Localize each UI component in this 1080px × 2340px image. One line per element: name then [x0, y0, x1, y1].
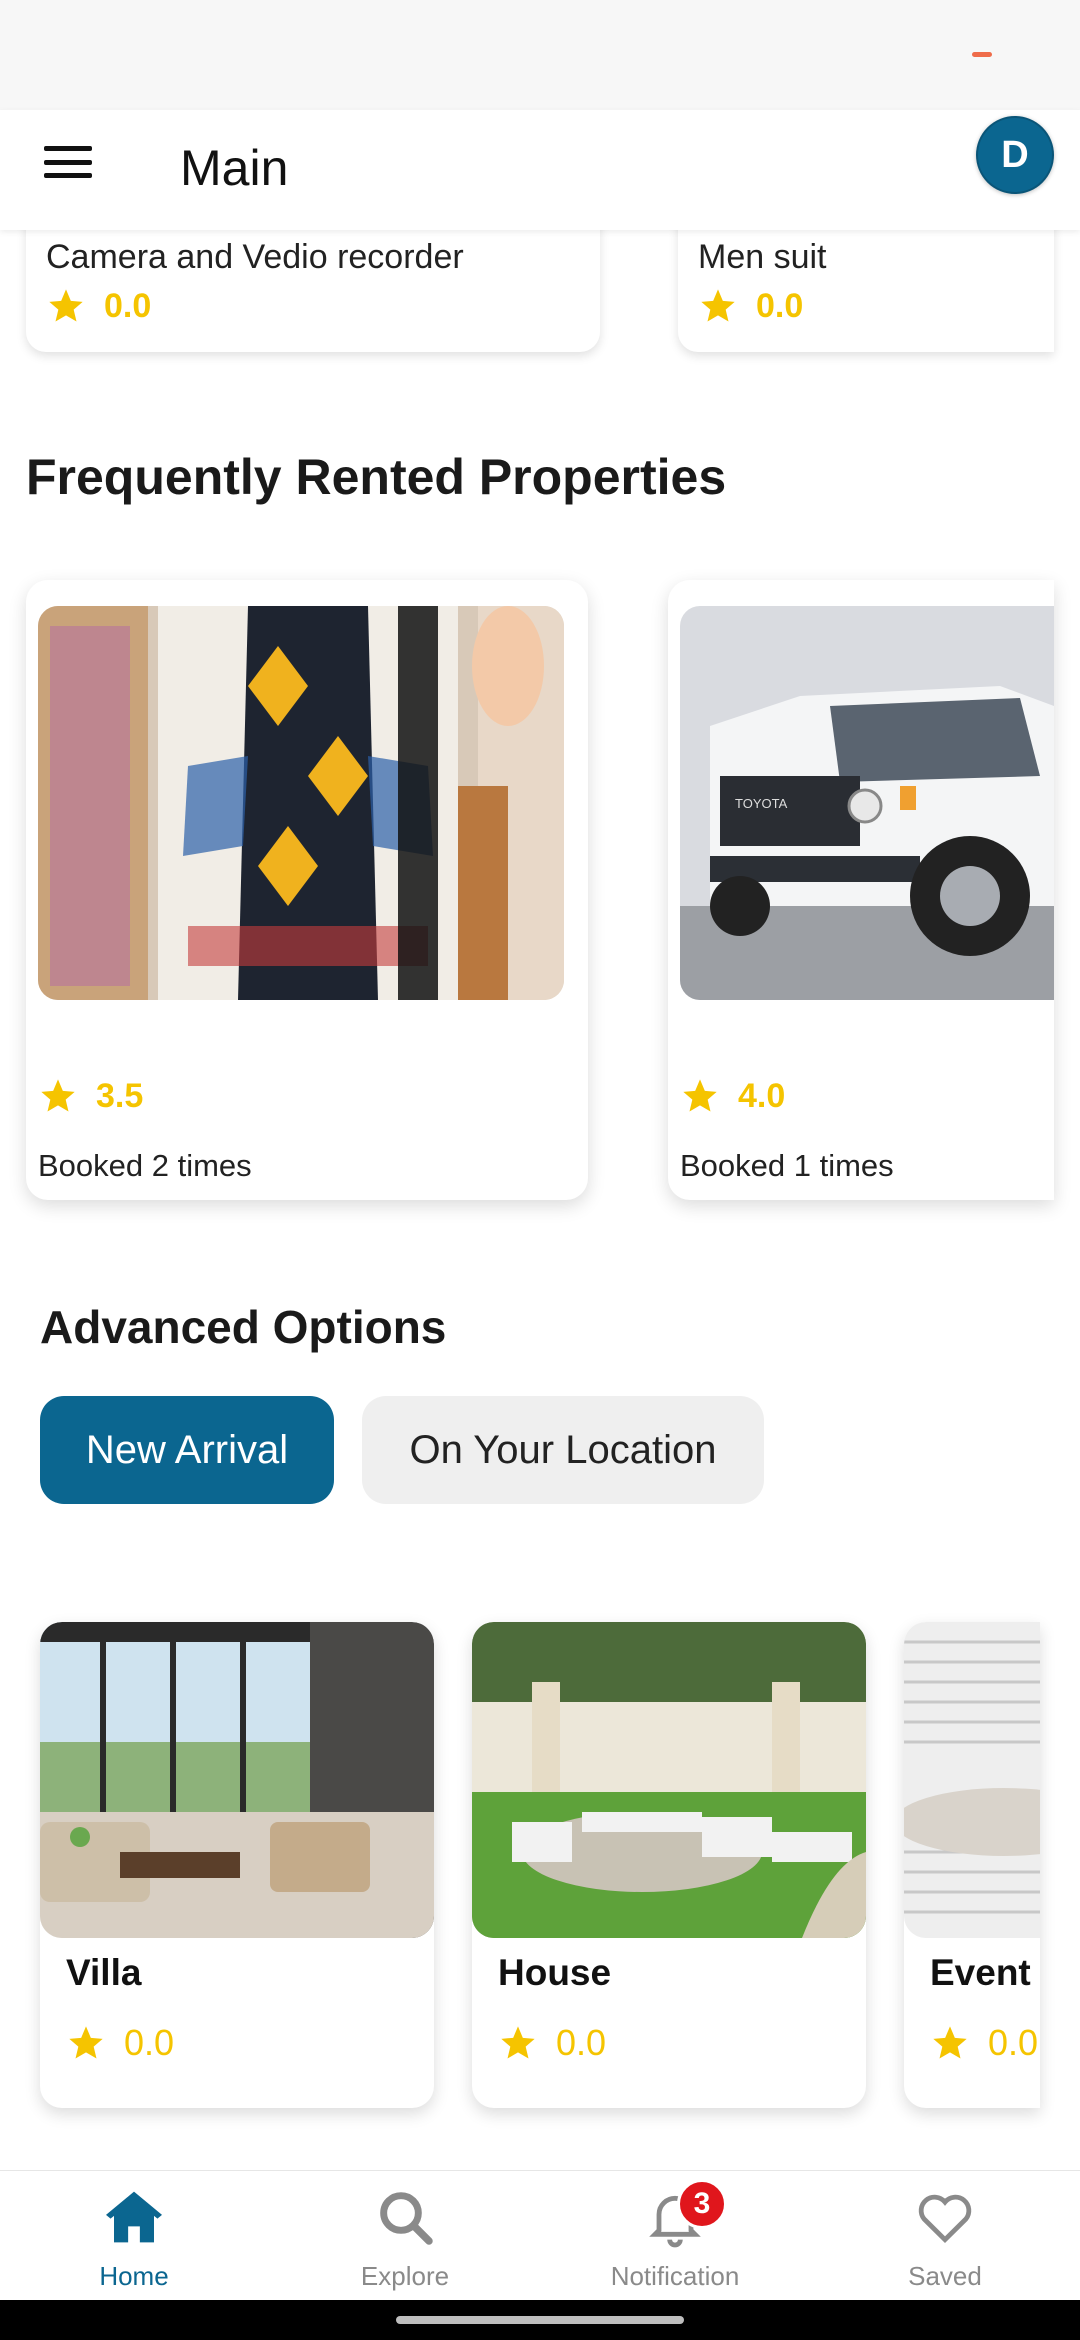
property-card[interactable]: TOYOTA 4.0 Booked 1 times — [668, 580, 1054, 1200]
star-icon — [933, 2026, 967, 2059]
home-gesture-handle[interactable] — [396, 2316, 684, 2324]
nav-label: Notification — [610, 2261, 740, 2291]
avatar[interactable]: D — [976, 116, 1054, 194]
category-name: Event — [930, 1952, 1031, 1993]
section-title-frequently-rented: Frequently Rented Properties — [26, 449, 727, 505]
nav-notification[interactable]: 3 Notification — [575, 2179, 775, 2301]
garden-patio-image — [472, 1622, 866, 1938]
section-title-advanced-options: Advanced Options — [40, 1301, 447, 1353]
rating-value: 0.0 — [756, 286, 804, 325]
product-name: Men suit — [698, 238, 827, 276]
booked-count: Booked 2 times — [38, 1148, 252, 1183]
home-icon — [106, 2191, 162, 2243]
rating: 4.0 — [680, 1076, 785, 1116]
villa-living-room-image — [40, 1622, 434, 1938]
rating: 3.5 — [38, 1076, 143, 1116]
nav-label: Saved — [908, 2261, 982, 2291]
rating: 0.0 — [66, 2022, 174, 2064]
heart-icon — [918, 2194, 972, 2244]
star-icon — [683, 1079, 717, 1112]
rating-value: 3.5 — [96, 1076, 144, 1115]
status-indicator — [972, 52, 992, 57]
bottom-navigation: Home Explore 3 Notification Saved — [0, 2170, 1080, 2300]
rating: 0.0 — [698, 286, 803, 326]
chip-new-arrival[interactable]: New Arrival — [40, 1396, 334, 1504]
rating-value: 4.0 — [738, 1076, 786, 1115]
star-icon — [69, 2026, 103, 2059]
white-toyota-pickup-image: TOYOTA — [680, 606, 1054, 1000]
category-name: Villa — [66, 1952, 142, 1993]
nav-saved[interactable]: Saved — [845, 2185, 1045, 2301]
product-card[interactable]: Men suit 0.0 — [678, 230, 1054, 352]
app-bar: Main D — [0, 110, 1080, 230]
traditional-dress-image — [38, 606, 564, 1000]
category-card-villa[interactable]: Villa 0.0 — [40, 1622, 434, 2108]
chip-on-your-location[interactable]: On Your Location — [362, 1396, 764, 1504]
search-icon — [380, 2192, 433, 2245]
star-icon — [501, 2026, 535, 2059]
main-scroll-content[interactable]: Camera and Vedio recorder 0.0 Men suit 0… — [0, 230, 1080, 2170]
page-title: Main — [180, 140, 289, 196]
star-icon — [701, 289, 735, 322]
star-icon — [41, 1079, 75, 1112]
hamburger-menu-icon[interactable] — [44, 142, 92, 182]
product-name: Camera and Vedio recorder — [46, 238, 464, 276]
stacked-plates-image — [904, 1622, 1040, 1938]
star-icon — [49, 289, 83, 322]
category-card-event[interactable]: Event 0.0 — [904, 1622, 1040, 2108]
property-card[interactable]: 3.5 Booked 2 times — [26, 580, 588, 1200]
booked-count: Booked 1 times — [680, 1148, 894, 1183]
svg-text:TOYOTA: TOYOTA — [735, 796, 788, 811]
rating: 0.0 — [930, 2022, 1038, 2064]
nav-explore[interactable]: Explore — [305, 2185, 505, 2301]
rating: 0.0 — [46, 286, 151, 326]
category-name: House — [498, 1952, 612, 1993]
bell-icon-wrapper: 3 — [643, 2179, 727, 2249]
status-bar — [0, 0, 1080, 110]
rating-value: 0.0 — [104, 286, 152, 325]
product-card[interactable]: Camera and Vedio recorder 0.0 — [26, 230, 600, 352]
notification-badge: 3 — [677, 2179, 727, 2229]
rating-value: 0.0 — [988, 2022, 1039, 2063]
rating: 0.0 — [498, 2022, 606, 2064]
system-gesture-bar — [0, 2300, 1080, 2340]
rating-value: 0.0 — [124, 2022, 175, 2063]
category-card-house[interactable]: House 0.0 — [472, 1622, 866, 2108]
nav-label: Home — [99, 2261, 169, 2291]
rating-value: 0.0 — [556, 2022, 607, 2063]
nav-home[interactable]: Home — [34, 2185, 234, 2301]
nav-label: Explore — [360, 2261, 450, 2291]
